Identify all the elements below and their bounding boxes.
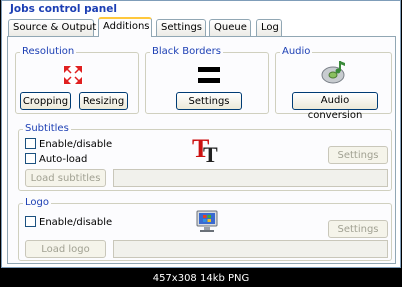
logo-enable-label: Enable/disable	[39, 217, 113, 228]
logo-path-field[interactable]	[113, 240, 388, 258]
tab-queue[interactable]: Queue	[209, 19, 251, 36]
black-bars-icon	[198, 65, 220, 85]
audio-cd-icon	[321, 61, 345, 84]
black-borders-title: Black Borders	[150, 46, 223, 58]
subtitles-enable-label: Enable/disable	[39, 139, 113, 150]
font-tt-icon: T T	[192, 135, 218, 163]
logo-group: Logo Enable/disable Settings Load logo	[18, 197, 392, 261]
audio-conversion-button[interactable]: Audio conversion	[292, 92, 378, 121]
image-info-caption: 457x308 14kb PNG	[0, 270, 402, 287]
resizing-button[interactable]: Resizing	[79, 92, 128, 110]
logo-enable-checkbox[interactable]: Enable/disable	[25, 216, 112, 229]
svg-text:T: T	[203, 142, 218, 163]
resolution-title: Resolution	[20, 46, 77, 58]
subtitles-autoload-checkbox[interactable]: Auto-load	[25, 153, 87, 166]
logo-title: Logo	[23, 197, 51, 209]
subtitles-path-field[interactable]	[113, 169, 388, 187]
logo-settings-button[interactable]: Settings	[328, 220, 388, 238]
cropping-button[interactable]: Cropping	[20, 92, 71, 110]
subtitles-group: Subtitles Enable/disable Auto-load T T S…	[18, 123, 392, 191]
tab-settings[interactable]: Settings	[156, 19, 206, 36]
panel-title: Jobs control panel	[10, 3, 117, 15]
load-subtitles-button[interactable]: Load subtitles	[25, 169, 106, 187]
jobs-control-panel: Jobs control panel Source & Output Addit…	[1, 0, 401, 268]
load-logo-button[interactable]: Load logo	[25, 240, 106, 258]
subtitles-title: Subtitles	[23, 123, 71, 135]
tab-source-output[interactable]: Source & Output	[8, 19, 96, 36]
subtitles-enable-checkbox[interactable]: Enable/disable	[25, 138, 112, 151]
tab-log[interactable]: Log	[256, 19, 282, 36]
checkbox-box[interactable]	[25, 153, 36, 164]
resize-arrows-icon	[63, 65, 83, 85]
additions-tab-page: Resolution Cropping Resizing Black Borde…	[7, 36, 396, 264]
checkbox-box[interactable]	[25, 138, 36, 149]
audio-group: Audio Audio conversion	[275, 46, 392, 121]
black-borders-settings-button[interactable]: Settings	[176, 92, 242, 110]
monitor-logo-icon	[196, 210, 218, 232]
subtitles-settings-button[interactable]: Settings	[328, 146, 388, 164]
black-borders-group: Black Borders Settings	[145, 46, 269, 114]
subtitles-autoload-label: Auto-load	[39, 154, 88, 165]
audio-title: Audio	[280, 46, 313, 58]
checkbox-box[interactable]	[25, 216, 36, 227]
resolution-group: Resolution Cropping Resizing	[15, 46, 139, 114]
tab-additions[interactable]: Additions	[98, 17, 152, 37]
